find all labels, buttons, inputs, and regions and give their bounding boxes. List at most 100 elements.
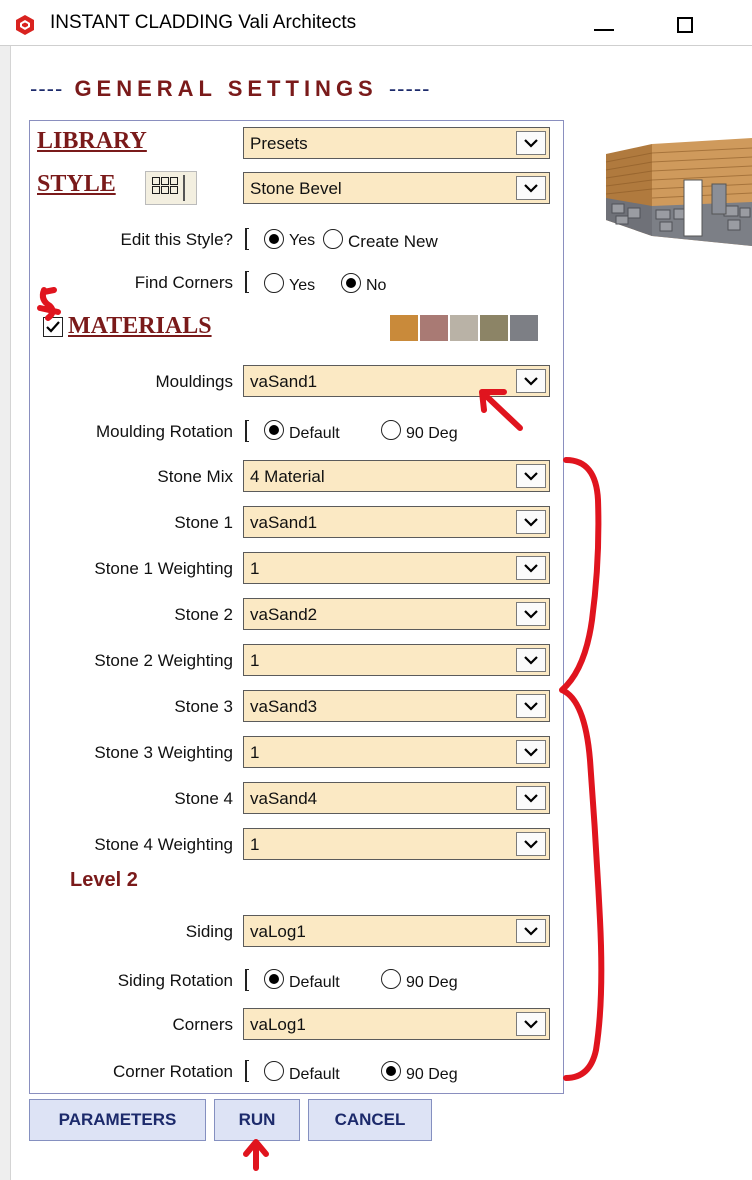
chevron-down-icon[interactable] xyxy=(516,556,546,580)
find-corners-yes-radio[interactable] xyxy=(264,273,284,293)
cancel-button[interactable]: CANCEL xyxy=(308,1099,432,1141)
edit-style-create-new-label: Create New xyxy=(348,232,438,251)
heading-right-dashes: ----- xyxy=(388,76,431,101)
siding-select[interactable]: vaLog1 xyxy=(243,915,550,947)
edit-style-yes-label: Yes xyxy=(289,232,316,249)
chevron-down-icon[interactable] xyxy=(516,786,546,810)
edit-style-label: Edit this Style? xyxy=(120,230,233,249)
chevron-down-icon[interactable] xyxy=(516,740,546,764)
materials-link[interactable]: MATERIALS xyxy=(68,313,212,340)
stone-row-select[interactable]: vaSand4 xyxy=(243,782,550,814)
siding-value: vaLog1 xyxy=(250,922,306,941)
stone-row-select[interactable]: 1 xyxy=(243,736,550,768)
sketchup-app-icon xyxy=(16,15,34,35)
stone-row-label: Stone 4 Weighting xyxy=(94,835,233,854)
stone-row-label: Stone 4 xyxy=(174,789,233,808)
material-swatch xyxy=(420,315,448,341)
chevron-down-icon[interactable] xyxy=(516,602,546,626)
library-select[interactable]: Presets xyxy=(243,127,550,159)
stone-row-value: 1 xyxy=(250,743,260,762)
mouldings-label: Mouldings xyxy=(155,372,234,391)
chevron-down-icon[interactable] xyxy=(516,648,546,672)
material-swatch xyxy=(390,315,418,341)
style-select[interactable]: Stone Bevel xyxy=(243,172,550,204)
edit-style-create-new-radio[interactable] xyxy=(323,229,343,249)
corner-rotation-90-label: 90 Deg xyxy=(406,1066,458,1083)
stone-row-select[interactable]: vaSand3 xyxy=(243,690,550,722)
annotation-arrow-run xyxy=(243,1139,269,1171)
materials-checkbox[interactable] xyxy=(43,317,63,337)
stone-row-value: vaSand4 xyxy=(250,789,318,808)
title-bar: INSTANT CLADDING Vali Architects xyxy=(0,0,752,46)
window-title: INSTANT CLADDING Vali Architects xyxy=(50,12,357,33)
chevron-down-icon[interactable] xyxy=(516,832,546,856)
corners-select[interactable]: vaLog1 xyxy=(243,1008,550,1040)
building-preview-image xyxy=(605,138,752,246)
library-link[interactable]: LIBRARY xyxy=(37,128,147,155)
maximize-icon[interactable] xyxy=(677,17,693,33)
grid-icon[interactable] xyxy=(145,171,197,205)
chevron-down-icon[interactable] xyxy=(516,464,546,488)
stone-row-label: Stone 1 xyxy=(174,513,233,532)
stone-row-value: 1 xyxy=(250,651,260,670)
siding-rotation-90-radio[interactable] xyxy=(381,969,401,989)
option-bracket xyxy=(245,1060,249,1082)
moulding-rotation-default-label: Default xyxy=(289,425,340,442)
chevron-down-icon[interactable] xyxy=(516,919,546,943)
minimize-icon[interactable] xyxy=(594,29,614,31)
stone-row-select[interactable]: 4 Material xyxy=(243,460,550,492)
run-button[interactable]: RUN xyxy=(214,1099,300,1141)
stone-row-label: Stone 2 xyxy=(174,605,233,624)
material-swatch xyxy=(450,315,478,341)
stone-row-select[interactable]: 1 xyxy=(243,828,550,860)
corners-value: vaLog1 xyxy=(250,1015,306,1034)
chevron-down-icon[interactable] xyxy=(516,510,546,534)
siding-label: Siding xyxy=(185,922,233,941)
siding-rotation-label: Siding Rotation xyxy=(117,971,233,990)
chevron-down-icon[interactable] xyxy=(516,131,546,155)
parameters-button[interactable]: PARAMETERS xyxy=(29,1099,206,1141)
stone-row-value: vaSand3 xyxy=(250,697,318,716)
stone-row-label: Stone 2 Weighting xyxy=(94,651,233,670)
corner-rotation-label: Corner Rotation xyxy=(112,1062,233,1081)
chevron-down-icon[interactable] xyxy=(516,176,546,200)
stone-row-select[interactable]: vaSand1 xyxy=(243,506,550,538)
find-corners-label: Find Corners xyxy=(134,273,233,292)
siding-rotation-90-label: 90 Deg xyxy=(406,974,458,991)
siding-rotation-default-radio[interactable] xyxy=(264,969,284,989)
stone-row-select[interactable]: 1 xyxy=(243,552,550,584)
chevron-down-icon[interactable] xyxy=(516,369,546,393)
corner-rotation-90-radio[interactable] xyxy=(381,1061,401,1081)
stone-row-value: 4 Material xyxy=(250,467,325,486)
library-value: Presets xyxy=(250,134,308,153)
checkmark-icon xyxy=(46,321,60,333)
chevron-down-icon[interactable] xyxy=(516,694,546,718)
option-bracket xyxy=(245,271,249,293)
stone-row-value: 1 xyxy=(250,559,260,578)
find-corners-no-label: No xyxy=(366,277,387,294)
stone-row-label: Stone 3 xyxy=(174,697,233,716)
stone-row-label: Stone Mix xyxy=(157,467,233,486)
option-bracket xyxy=(245,969,249,991)
heading-text: GENERAL SETTINGS xyxy=(74,76,378,101)
material-swatch xyxy=(510,315,538,341)
mouldings-value: vaSand1 xyxy=(250,372,318,391)
mouldings-select[interactable]: vaSand1 xyxy=(243,365,550,397)
stone-row-value: 1 xyxy=(250,835,260,854)
moulding-rotation-label: Moulding Rotation xyxy=(95,422,233,441)
annotation-brace xyxy=(559,457,605,1081)
moulding-rotation-90-label: 90 Deg xyxy=(406,425,458,442)
stone-row-value: vaSand1 xyxy=(250,513,318,532)
corner-rotation-default-radio[interactable] xyxy=(264,1061,284,1081)
level-2-heading: Level 2 xyxy=(70,869,138,891)
edit-style-yes-radio[interactable] xyxy=(264,229,284,249)
option-bracket xyxy=(245,228,249,250)
chevron-down-icon[interactable] xyxy=(516,1012,546,1036)
moulding-rotation-90-radio[interactable] xyxy=(381,420,401,440)
moulding-rotation-default-radio[interactable] xyxy=(264,420,284,440)
find-corners-no-radio[interactable] xyxy=(341,273,361,293)
style-link[interactable]: STYLE xyxy=(37,171,116,198)
stone-row-select[interactable]: vaSand2 xyxy=(243,598,550,630)
heading-left-dashes: ---- xyxy=(30,76,64,101)
stone-row-select[interactable]: 1 xyxy=(243,644,550,676)
